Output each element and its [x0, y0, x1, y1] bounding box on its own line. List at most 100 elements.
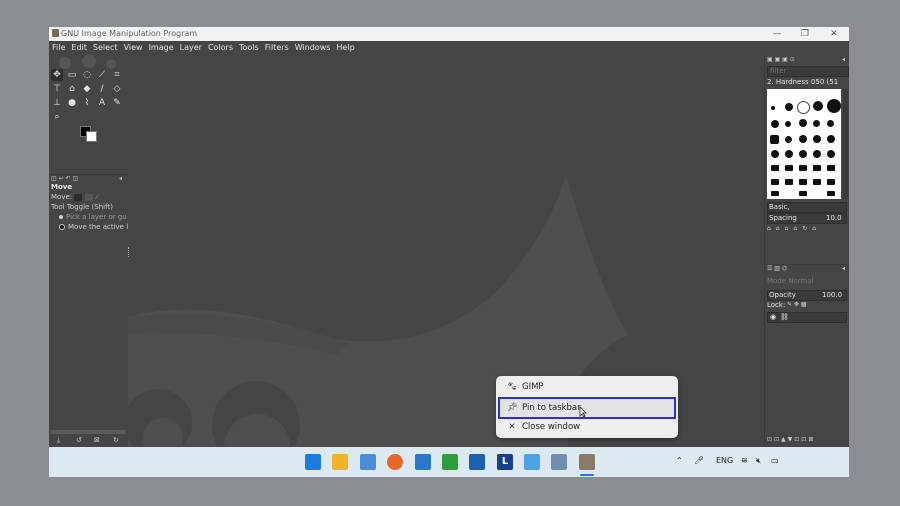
menu-help[interactable]: Help	[333, 41, 357, 54]
tool-options-title: Move	[51, 183, 73, 191]
tray-chevron-icon[interactable]: ⌃	[676, 456, 683, 465]
menu-item-pin-label: Pin to taskbar	[522, 403, 581, 413]
move-tool-icon[interactable]: ✥	[51, 69, 63, 81]
brush-filter-input[interactable]: filter	[767, 66, 849, 77]
toolbox-scrollbar[interactable]	[51, 430, 125, 434]
close-icon: ✕	[508, 422, 516, 432]
fuzzy-select-icon[interactable]: ⟋	[96, 69, 108, 81]
spacing-label: Spacing	[769, 214, 797, 222]
layer-action-icons[interactable]: ⊡⊡▲▼⊡⊡⊠	[767, 436, 815, 443]
gimp-taskbar-icon[interactable]	[579, 454, 595, 470]
firefox-icon[interactable]	[387, 454, 403, 470]
clone-icon[interactable]: ⊥	[51, 97, 63, 109]
wilber-header-icon	[59, 55, 116, 69]
menu-select[interactable]: Select	[90, 41, 121, 54]
right-dock: ▣ ▣ ▣ ⊙ ◂ filter 2. Hardness 050 (51 Bas…	[764, 55, 849, 446]
menu-filters[interactable]: Filters	[262, 41, 292, 54]
spacing-value: 10.0	[826, 214, 842, 222]
menu-tools[interactable]: Tools	[236, 41, 262, 54]
store-icon[interactable]	[469, 454, 485, 470]
text-tool-icon[interactable]: A	[96, 97, 108, 109]
window-title: GNU Image Manipulation Program	[61, 29, 198, 38]
menu-file[interactable]: File	[49, 41, 68, 54]
microphone-icon[interactable]: 🎤︎	[694, 456, 704, 465]
gimp-app-icon	[52, 29, 59, 37]
smudge-icon[interactable]: ●	[66, 97, 78, 109]
reset-icon[interactable]: ↻	[113, 436, 119, 444]
selected-brush-name: 2. Hardness 050 (51	[767, 78, 839, 86]
radio-move-active[interactable]: Move the active l	[51, 223, 128, 231]
vscode-icon[interactable]	[524, 454, 540, 470]
brush-panel-menu-icon[interactable]: ◂	[842, 56, 845, 63]
menu-colors[interactable]: Colors	[205, 41, 236, 54]
restore-preset-icon[interactable]: ↺	[76, 436, 82, 444]
wifi-icon[interactable]: ≋	[741, 456, 748, 465]
menu-view[interactable]: View	[121, 41, 146, 54]
visibility-eye-icon[interactable]: ◉	[770, 313, 776, 321]
title-bar: GNU Image Manipulation Program — ❐ ✕	[49, 27, 849, 41]
brush-scrollbar[interactable]	[843, 89, 848, 199]
pin-icon: 📌︎	[506, 403, 518, 413]
move-layer-toggle[interactable]	[74, 193, 83, 201]
transform-icon[interactable]: ⊤	[51, 83, 63, 95]
paintbrush-icon[interactable]: /	[96, 83, 108, 95]
background-color-swatch[interactable]	[86, 131, 97, 142]
restore-button[interactable]: ❐	[791, 27, 819, 41]
brush-action-icons[interactable]: ⌂⌂⌂⌂↻⌂	[767, 225, 821, 232]
menu-bar: File Edit Select View Image Layer Colors Tools F…	[49, 41, 849, 55]
libreoffice-icon[interactable]: L	[497, 454, 513, 470]
toolbox: ✥ ▭ ◌ ⟋ ⌗ ⊤ ⌂ ◆ / ◇ ⊥ ● ⌇ A ✎ ⌕ ◫ ↩ ↶ ◫ …	[49, 55, 129, 446]
close-window-button[interactable]: ✕	[820, 27, 848, 41]
eraser-icon[interactable]: ◇	[111, 83, 123, 95]
layer-mode-select[interactable]: Mode Normal	[767, 277, 827, 286]
lock-icons[interactable]: ✎ ✥ ▦	[787, 301, 807, 308]
layer-panel-menu-icon[interactable]: ◂	[842, 265, 845, 272]
brush-tabs[interactable]: ▣ ▣ ▣ ⊙	[767, 56, 795, 63]
file-explorer-icon[interactable]	[332, 454, 348, 470]
tab-icons[interactable]: ◫ ↩ ↶ ◫	[51, 175, 78, 182]
warp-icon[interactable]: ⌂	[66, 83, 78, 95]
move-label: Move:	[51, 193, 73, 201]
canvas-resize-handle[interactable]	[128, 247, 131, 257]
radio-move-active-label: Move the active l	[68, 223, 129, 231]
move-selection-toggle[interactable]	[84, 193, 93, 201]
rect-select-icon[interactable]: ▭	[66, 69, 78, 81]
paths-icon[interactable]: ⌇	[81, 97, 93, 109]
delete-preset-icon[interactable]: ⊠	[94, 436, 100, 444]
lasso-icon[interactable]: ◌	[81, 69, 93, 81]
writer-icon[interactable]	[415, 454, 431, 470]
menu-image[interactable]: Image	[146, 41, 177, 54]
language-indicator[interactable]: ENG	[716, 456, 733, 465]
menu-item-close-window[interactable]: ✕ Close window	[500, 418, 674, 436]
layers-list[interactable]: ◉ ⛓	[767, 312, 847, 323]
taskbar: L ⌃ 🎤︎ ENG ≋ 🔇︎ ▭	[49, 447, 849, 477]
move-path-toggle[interactable]: ⟋	[95, 194, 103, 201]
menu-layer[interactable]: Layer	[177, 41, 205, 54]
menu-item-gimp[interactable]: 🐾︎ GIMP	[500, 378, 674, 396]
panel-menu-icon[interactable]: ◂	[119, 175, 122, 182]
windows-start-icon[interactable]	[305, 454, 321, 470]
brush-grid[interactable]	[767, 89, 841, 199]
zoom-icon[interactable]: ⌕	[51, 111, 63, 123]
battery-icon[interactable]: ▭	[771, 456, 779, 465]
taskbar-context-menu: 🐾︎ GIMP 📌︎ Pin to taskbar ✕ Close window	[496, 376, 678, 438]
menu-edit[interactable]: Edit	[68, 41, 90, 54]
chain-icon[interactable]: ⛓	[780, 313, 789, 321]
paint-icon[interactable]	[551, 454, 567, 470]
spacing-slider[interactable]: Spacing 10.0	[767, 213, 847, 224]
radio-pick-layer[interactable]: Pick a layer or gu	[51, 213, 127, 221]
lock-label: Lock:	[767, 301, 786, 309]
crop-icon[interactable]: ⌗	[111, 69, 123, 81]
minimize-button[interactable]: —	[763, 27, 791, 41]
bucket-fill-icon[interactable]: ◆	[81, 83, 93, 95]
photos-icon[interactable]	[360, 454, 376, 470]
opacity-value: 100.0	[822, 291, 843, 299]
save-preset-icon[interactable]: ⤓	[57, 436, 60, 445]
brush-tag-field[interactable]: Basic,	[767, 202, 847, 213]
calc-icon[interactable]	[442, 454, 458, 470]
opacity-slider[interactable]: Opacity 100.0	[767, 290, 847, 301]
layer-tabs[interactable]: ☰ ▥ ⌬	[767, 265, 787, 272]
menu-windows[interactable]: Windows	[292, 41, 334, 54]
color-picker-icon[interactable]: ✎	[111, 97, 123, 109]
volume-muted-icon[interactable]: 🔇︎	[756, 456, 761, 466]
